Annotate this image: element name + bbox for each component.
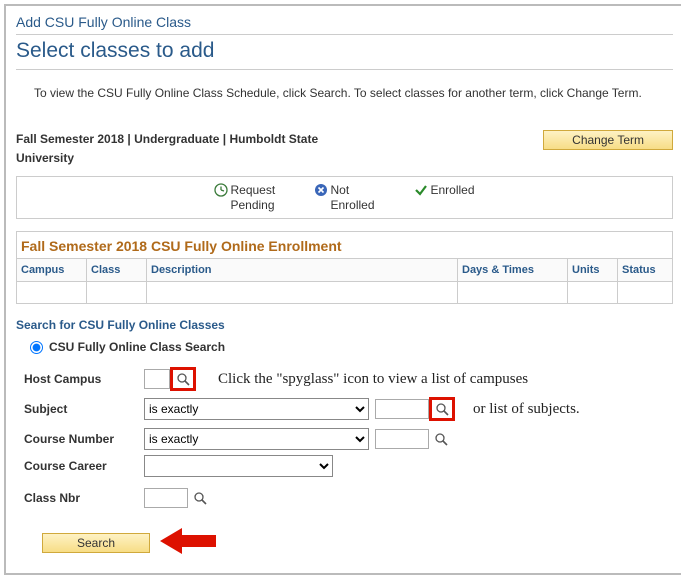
legend-request-pending: Request Pending [214,183,284,212]
highlight-box [170,367,196,391]
col-campus: Campus [17,259,87,282]
search-type-radio-row: CSU Fully Online Class Search [30,340,673,354]
spyglass-icon[interactable] [174,370,192,388]
annotation-line2: or list of subjects. [473,401,580,418]
row-subject: Subject is exactly [16,397,455,421]
class-nbr-input[interactable] [144,488,188,508]
label-class-nbr: Class Nbr [16,491,144,505]
legend-box: Request Pending Not Enrolled Enrolled [16,176,673,219]
search-heading: Search for CSU Fully Online Classes [16,318,673,332]
enrollment-title: Fall Semester 2018 CSU Fully Online Enro… [16,231,673,258]
col-units: Units [568,259,618,282]
course-number-input[interactable] [375,429,429,449]
subject-input[interactable] [375,399,429,419]
row-course-career: Course Career [16,454,673,478]
col-description: Description [147,259,458,282]
subject-operator-select[interactable]: is exactly [144,398,369,420]
arrow-left-icon [160,526,218,559]
legend-enrolled: Enrolled [414,183,474,212]
radio-label: CSU Fully Online Class Search [49,340,225,354]
spyglass-icon[interactable] [432,430,450,448]
row-class-nbr: Class Nbr [16,486,673,510]
spyglass-icon[interactable] [191,489,209,507]
row-course-number: Course Number is exactly [16,427,673,451]
term-row: Fall Semester 2018 | Undergraduate | Hum… [16,130,673,168]
table-row [17,282,673,304]
search-button-row: Search [16,526,673,559]
highlight-box [429,397,455,421]
col-days-times: Days & Times [458,259,568,282]
term-info: Fall Semester 2018 | Undergraduate | Hum… [16,130,376,168]
label-course-number: Course Number [16,432,144,446]
legend-not-enrolled: Not Enrolled [314,183,384,212]
page-subtitle: Select classes to add [16,39,673,67]
row-host-campus: Host Campus [16,367,196,391]
x-circle-icon [314,183,328,200]
radio-csu-online-search[interactable] [30,341,43,354]
change-term-button[interactable]: Change Term [543,130,673,150]
course-number-operator-select[interactable]: is exactly [144,428,369,450]
clock-icon [214,183,228,200]
intro-text: To view the CSU Fully Online Class Sched… [16,74,673,112]
course-career-select[interactable] [144,455,333,477]
spyglass-icon[interactable] [433,400,451,418]
label-course-career: Course Career [16,459,144,473]
legend-label: Request Pending [230,183,284,212]
divider [16,34,673,35]
divider [16,69,673,70]
label-host-campus: Host Campus [16,372,144,386]
page-title: Add CSU Fully Online Class [16,14,673,32]
host-campus-input[interactable] [144,369,170,389]
check-icon [414,183,428,200]
app-frame: Add CSU Fully Online Class Select classe… [4,4,681,575]
enrollment-table: Campus Class Description Days & Times Un… [16,258,673,304]
search-button[interactable]: Search [42,533,150,553]
legend-label: Enrolled [430,183,474,197]
col-class: Class [87,259,147,282]
annotation-line1: Click the "spyglass" icon to view a list… [218,371,528,388]
col-status: Status [618,259,673,282]
label-subject: Subject [16,402,144,416]
legend-label: Not Enrolled [330,183,384,212]
